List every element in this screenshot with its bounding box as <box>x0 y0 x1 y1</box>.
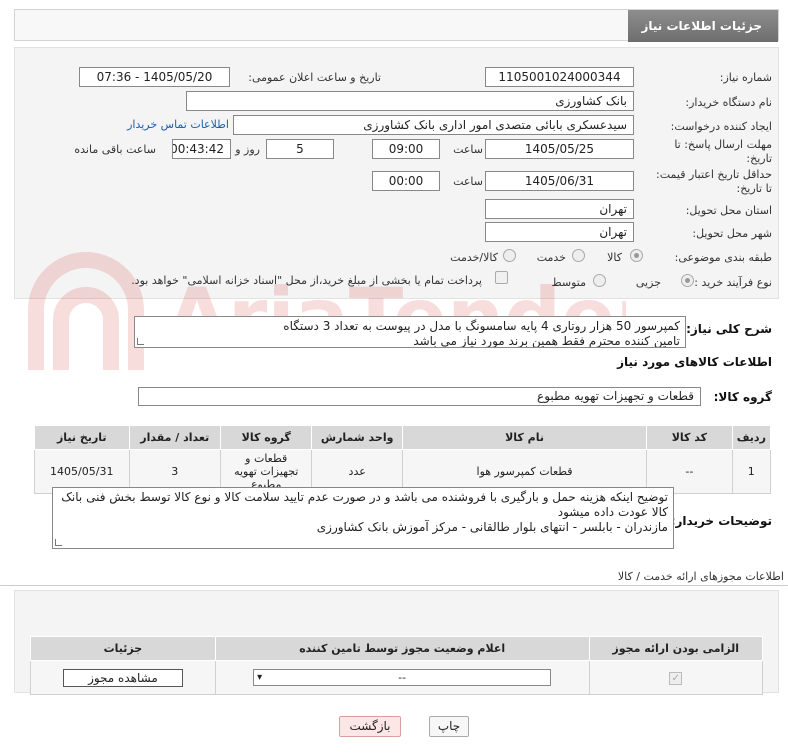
cell-status: -- ▾ <box>214 660 590 695</box>
city-field: تهران <box>485 222 634 242</box>
treasury-text: پرداخت تمام یا بخشی از مبلغ خرید،از محل … <box>131 274 482 287</box>
province-label: استان محل تحویل: <box>685 204 772 217</box>
divider <box>0 585 788 586</box>
process-option-small: جزیی <box>635 276 661 289</box>
category-radio-service[interactable] <box>572 249 585 262</box>
permits-title: اطلاعات مجوزهای ارائه خدمت / کالا <box>617 570 784 583</box>
treasury-checkbox[interactable] <box>495 271 508 284</box>
buyer-notes-label: توضیحات خریدار: <box>670 514 772 528</box>
announce-field: 1405/05/20 - 07:36 <box>79 67 230 87</box>
validity-time-field: 00:00 <box>372 171 440 191</box>
buyer-org-label: نام دستگاه خریدار: <box>685 96 772 109</box>
back-button[interactable]: بازگشت <box>339 716 401 737</box>
validity-label-date: تا تاریخ: <box>736 182 772 195</box>
print-button[interactable]: چاپ <box>429 716 469 737</box>
col-qty: تعداد / مقدار <box>128 425 221 450</box>
resize-handle[interactable] <box>55 539 62 546</box>
description-line-1: کمپرسور 50 هزار روتاری 4 پایه سامسونگ با… <box>283 319 680 333</box>
chevron-down-icon: ▾ <box>257 672 263 683</box>
goods-info-title: اطلاعات کالاهای مورد نیاز <box>617 355 772 369</box>
buyer-notes-line-3: مازندران - بابلسر - انتهای بلوار طالقانی… <box>316 520 668 534</box>
goods-group-label: گروه کالا: <box>713 390 772 404</box>
buyer-notes-line-2: کالا عودت داده میشود <box>557 505 668 519</box>
category-option-goods: کالا <box>607 251 622 264</box>
col-group: گروه کالا <box>219 425 313 450</box>
col-status: اعلام وضعیت مجوز توسط تامین کننده <box>214 636 590 661</box>
requester-field: سیدعسکری بابائی متصدی امور اداری بانک کش… <box>233 115 634 135</box>
days-label: روز و <box>235 143 260 156</box>
col-date: تاریخ نیاز <box>34 425 130 450</box>
city-label: شهر محل تحویل: <box>692 227 772 240</box>
announce-label: تاریخ و ساعت اعلان عمومی: <box>248 71 381 84</box>
deadline-label: مهلت ارسال پاسخ: تا <box>674 138 772 151</box>
table-row: ✓ -- ▾ مشاهده مجوز <box>30 660 764 695</box>
col-details: جزئیات <box>30 636 216 661</box>
category-option-service: خدمت <box>536 251 566 264</box>
need-number-label: شماره نیاز: <box>719 71 772 84</box>
page-title: جزئیات اطلاعات نیاز <box>641 19 762 33</box>
deadline-time-field: 09:00 <box>372 139 440 159</box>
cell-details: مشاهده مجوز <box>30 660 216 695</box>
need-number-field: 1105001024000344 <box>485 67 634 87</box>
panel-header-bar: جزئیات اطلاعات نیاز <box>628 10 778 42</box>
deadline-date-field: 1405/05/25 <box>485 139 634 159</box>
process-radio-medium[interactable] <box>593 274 606 287</box>
description-textarea[interactable]: کمپرسور 50 هزار روتاری 4 پایه سامسونگ با… <box>134 316 686 348</box>
province-field: تهران <box>485 199 634 219</box>
days-field: 5 <box>266 139 334 159</box>
panel-header: جزئیات اطلاعات نیاز <box>14 9 779 42</box>
buyer-notes-textarea[interactable]: توضیح اینکه هزینه حمل و بارگیری با فروشن… <box>52 487 674 549</box>
permit-status-value: -- <box>398 671 407 684</box>
remaining-label: ساعت باقی مانده <box>74 143 156 156</box>
col-required: الزامی بودن ارائه مجوز <box>588 636 764 661</box>
process-label: نوع فرآیند خرید : <box>694 276 772 289</box>
cell-required: ✓ <box>588 660 764 695</box>
category-label: طبقه بندی موضوعی: <box>674 251 772 264</box>
category-radio-goods[interactable] <box>630 249 643 262</box>
goods-group-field: قطعات و تجهیزات تهویه مطبوع <box>138 387 701 406</box>
permits-table: الزامی بودن ارائه مجوز اعلام وضعیت مجوز … <box>30 636 764 695</box>
deadline-time-label: ساعت <box>453 143 483 156</box>
remaining-field: 00:43:42 <box>172 139 231 159</box>
process-option-medium: متوسط <box>551 276 586 289</box>
deadline-label-date: تاریخ: <box>746 152 772 165</box>
col-unit: واحد شمارش <box>311 425 403 450</box>
requester-label: ایجاد کننده درخواست: <box>670 120 772 133</box>
description-line-2: تامین کننده محترم فقط همین برند مورد نیا… <box>413 334 680 348</box>
buyer-contact-link[interactable]: اطلاعات تماس خریدار <box>127 118 229 131</box>
goods-table: ردیف کد کالا نام کالا واحد شمارش گروه کا… <box>34 425 772 494</box>
buyer-notes-line-1: توضیح اینکه هزینه حمل و بارگیری با فروشن… <box>61 490 668 504</box>
col-row: ردیف <box>731 425 772 450</box>
process-radio-small[interactable] <box>681 274 694 287</box>
validity-date-field: 1405/06/31 <box>485 171 634 191</box>
cell-row: 1 <box>731 449 772 494</box>
col-name: نام کالا <box>401 425 648 450</box>
description-label: شرح کلی نیاز: <box>686 322 772 336</box>
resize-handle[interactable] <box>137 338 144 345</box>
permit-status-select[interactable]: -- ▾ <box>253 669 552 686</box>
col-code: کد کالا <box>646 425 733 450</box>
view-permit-button[interactable]: مشاهده مجوز <box>62 668 183 687</box>
validity-label: حداقل تاریخ اعتبار قیمت: <box>656 168 772 181</box>
category-radio-goods-service[interactable] <box>503 249 516 262</box>
buyer-org-field: بانک کشاورزی <box>186 91 634 111</box>
required-check-icon: ✓ <box>669 671 683 685</box>
category-option-goods-service: کالا/خدمت <box>450 251 498 264</box>
validity-time-label: ساعت <box>453 175 483 188</box>
